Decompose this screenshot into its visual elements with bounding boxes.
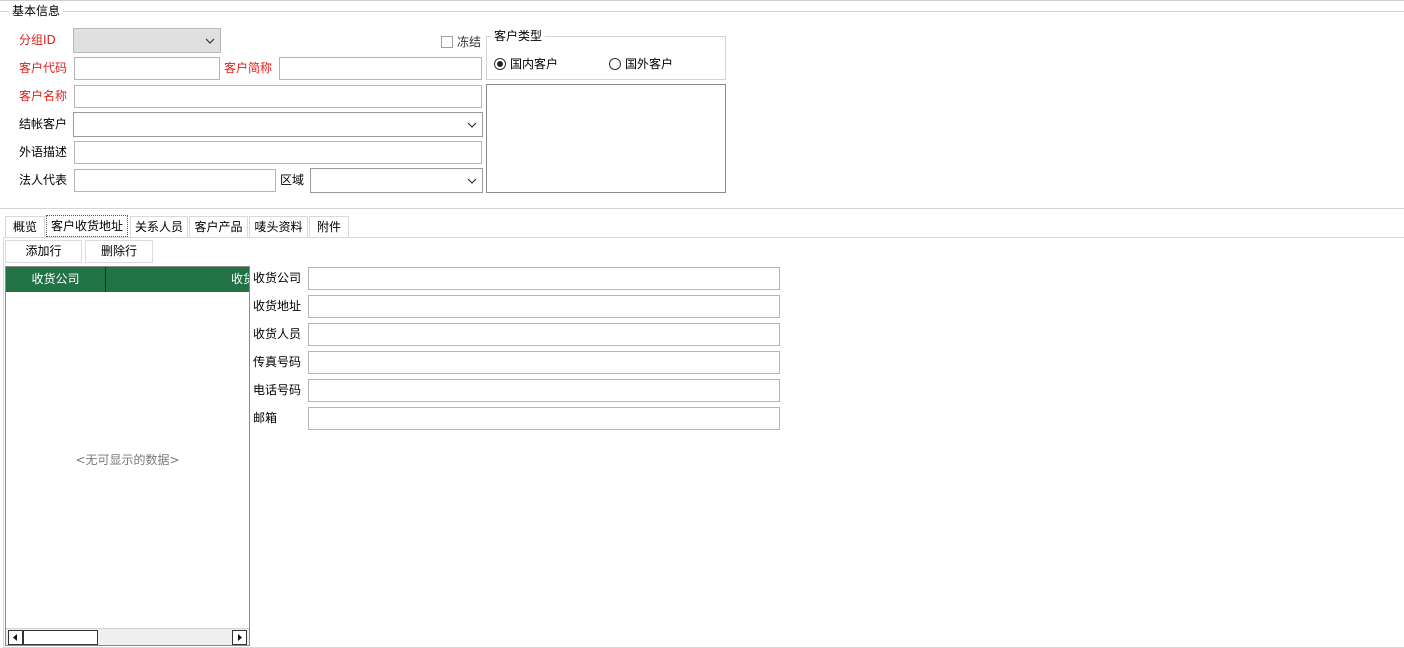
phone-number-input[interactable] [308, 379, 780, 402]
grid-empty-text: <无可显示的数据> [75, 453, 180, 467]
grid-column-header[interactable]: 收货公司 [6, 267, 106, 292]
add-row-button[interactable]: 添加行 [5, 240, 82, 263]
receiving-company-input[interactable] [308, 267, 780, 290]
receiving-address-input[interactable] [308, 295, 780, 318]
detail-field-label: 电话号码 [253, 383, 302, 397]
region-label: 区域 [280, 173, 305, 187]
freeze-checkbox[interactable] [441, 36, 453, 48]
scroll-thumb[interactable] [23, 630, 98, 645]
group-id-select[interactable] [73, 28, 221, 53]
tab-attachments[interactable]: 附件 [309, 216, 349, 237]
basic-info-title: 基本信息 [9, 4, 64, 18]
scroll-right-button[interactable] [232, 630, 247, 645]
detail-field-label: 收货地址 [253, 299, 302, 313]
tab-overview[interactable]: 概览 [5, 216, 45, 237]
chevron-down-icon [205, 38, 215, 44]
delete-row-button[interactable]: 删除行 [85, 240, 153, 263]
chevron-down-icon [467, 178, 477, 184]
freeze-label: 冻结 [457, 35, 482, 49]
email-input[interactable] [308, 407, 780, 430]
address-grid[interactable]: 收货公司 收货 <无可显示的数据> [5, 266, 250, 646]
grid-header: 收货公司 收货 [6, 267, 249, 292]
customer-type-title: 客户类型 [491, 29, 546, 43]
customer-code-input[interactable] [74, 57, 220, 80]
tab-customer-products[interactable]: 客户产品 [189, 216, 248, 237]
customer-short-input[interactable] [279, 57, 482, 80]
foreign-desc-label: 外语描述 [19, 145, 68, 159]
foreign-radio[interactable] [609, 58, 621, 70]
detail-field-label: 收货公司 [253, 271, 302, 285]
triangle-right-icon [238, 634, 242, 641]
customer-name-label: 客户名称 [19, 89, 68, 103]
chevron-down-icon [467, 122, 477, 128]
legal-rep-input[interactable] [74, 169, 276, 192]
top-divider [0, 0, 1404, 1]
customer-name-input[interactable] [74, 85, 482, 108]
detail-field-label: 邮箱 [253, 411, 278, 425]
legal-rep-label: 法人代表 [19, 173, 68, 187]
receiving-person-input[interactable] [308, 323, 780, 346]
grid-column-header[interactable]: 收货 [231, 267, 249, 292]
customer-code-label: 客户代码 [19, 61, 68, 75]
settle-customer-select[interactable] [73, 112, 483, 137]
customer-image-box[interactable] [486, 84, 726, 193]
detail-field-label: 收货人员 [253, 327, 302, 341]
foreign-label: 国外客户 [625, 57, 674, 71]
fax-number-input[interactable] [308, 351, 780, 374]
region-select[interactable] [310, 168, 483, 193]
tab-shipping-address[interactable]: 客户收货地址 [46, 215, 128, 237]
foreign-desc-input[interactable] [74, 141, 482, 164]
detail-field-label: 传真号码 [253, 355, 302, 369]
horizontal-scrollbar[interactable] [6, 628, 249, 645]
customer-short-label: 客户简称 [224, 61, 273, 75]
tab-shipping-marks[interactable]: 唛头资料 [249, 216, 308, 237]
scroll-left-button[interactable] [8, 630, 23, 645]
domestic-label: 国内客户 [510, 57, 559, 71]
group-id-label: 分组ID [19, 33, 56, 47]
triangle-left-icon [13, 634, 17, 641]
domestic-radio[interactable] [494, 58, 506, 70]
tab-contacts[interactable]: 关系人员 [130, 216, 188, 237]
settle-customer-label: 结帐客户 [19, 117, 68, 131]
